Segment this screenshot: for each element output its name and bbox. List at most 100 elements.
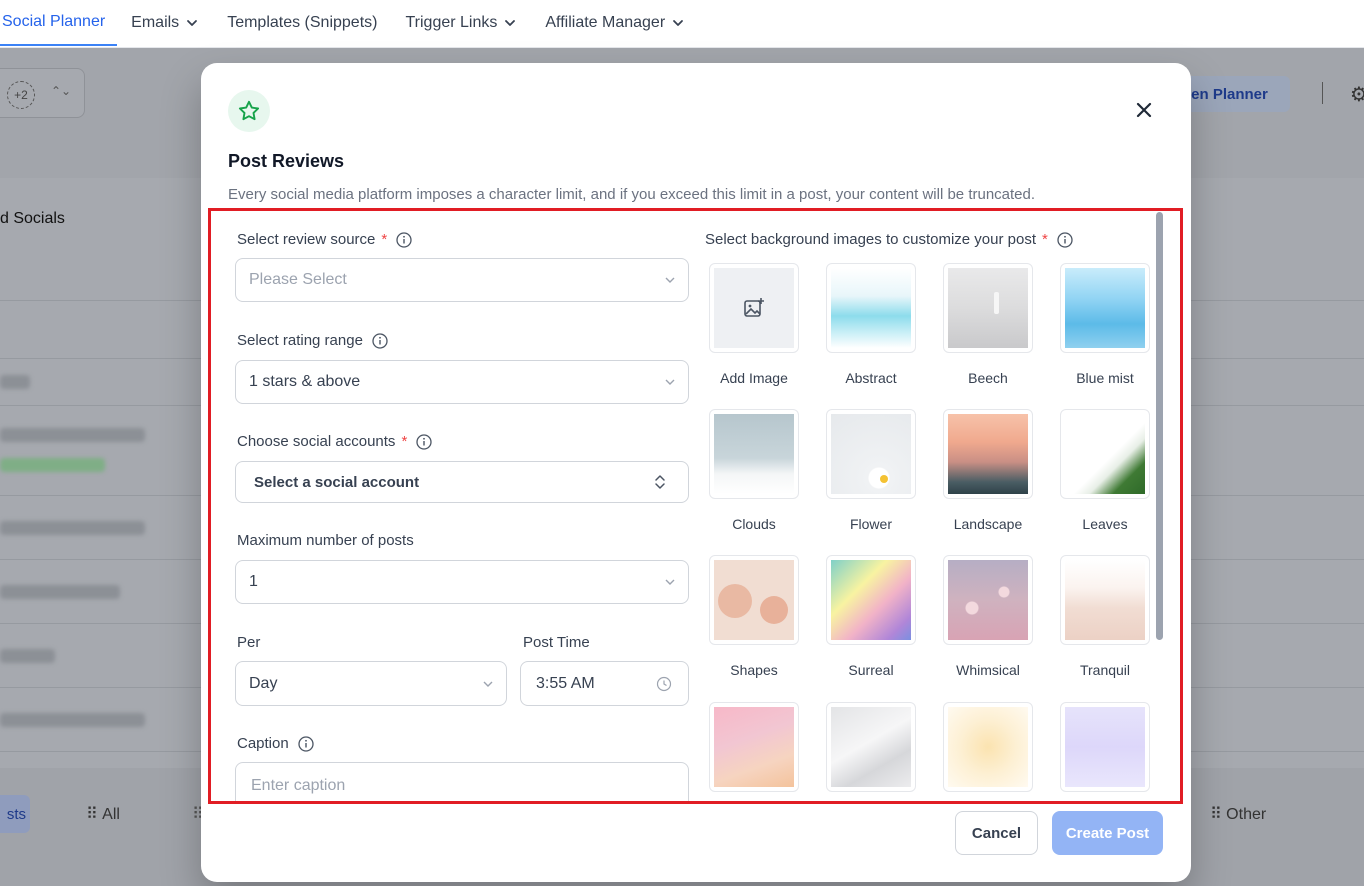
thumbnail: [826, 702, 916, 792]
image-caption: Abstract: [845, 370, 897, 386]
post-reviews-modal: Post Reviews Every social media platform…: [201, 63, 1191, 882]
pink-image: [714, 707, 794, 787]
chevron-down-icon: [673, 20, 684, 26]
max-posts-select[interactable]: 1: [235, 560, 689, 604]
tab-emails[interactable]: Emails: [117, 0, 213, 46]
circle-shape: [718, 584, 752, 618]
info-icon[interactable]: [396, 231, 412, 248]
close-button[interactable]: [1133, 99, 1155, 121]
lavender-image: [1065, 707, 1145, 787]
info-icon[interactable]: [416, 433, 432, 450]
thumbnail: [709, 702, 799, 792]
chevron-down-icon: [187, 20, 198, 26]
image-caption: Add Image: [720, 370, 788, 386]
thumbnail: [943, 263, 1033, 353]
background-option-beech[interactable]: Beech: [943, 263, 1033, 386]
background-option-silver[interactable]: [826, 702, 916, 804]
background-option-lavender[interactable]: [1060, 702, 1150, 804]
info-icon[interactable]: [298, 735, 314, 752]
background-option-whimsical[interactable]: Whimsical: [943, 555, 1033, 678]
select-value: 1 stars & above: [249, 373, 361, 390]
info-icon[interactable]: [372, 332, 388, 349]
modal-form-content: Select review source * Please Select Sele…: [209, 208, 1183, 804]
input-placeholder: Enter caption: [251, 777, 346, 794]
image-caption: Clouds: [732, 516, 776, 532]
blurred-text: [0, 458, 105, 472]
tab-label: Other: [1226, 806, 1267, 823]
add-image-icon: [744, 298, 764, 317]
max-posts-label: Maximum number of posts: [237, 532, 414, 549]
required-asterisk: *: [401, 433, 408, 450]
background-option-leaves[interactable]: Leaves: [1060, 409, 1150, 532]
review-source-label: Select review source *: [237, 231, 412, 248]
account-selector: +2 ⌃⌄: [0, 68, 85, 118]
social-account-select[interactable]: Select a social account: [235, 461, 689, 503]
whimsical-image: [948, 560, 1028, 640]
image-caption: Blue mist: [1076, 370, 1134, 386]
tab-templates[interactable]: Templates (Snippets): [213, 0, 391, 46]
background-option-surreal[interactable]: Surreal: [826, 555, 916, 678]
info-icon[interactable]: [1057, 231, 1073, 248]
thumbnail: [709, 263, 799, 353]
image-caption: Surreal: [848, 662, 894, 678]
rating-range-select[interactable]: 1 stars & above: [235, 360, 689, 404]
cancel-button[interactable]: Cancel: [955, 811, 1038, 855]
bottom-tab-all: ⠿ All: [86, 806, 120, 823]
post-time-picker[interactable]: 3:55 AM: [520, 661, 689, 706]
image-caption: Shapes: [730, 662, 778, 678]
updown-icon: ⌃⌄: [51, 84, 72, 98]
background-option-pink[interactable]: [709, 702, 799, 804]
blurred-text: [0, 713, 145, 727]
background-images-label: Select background images to customize yo…: [705, 231, 1073, 248]
tab-social-planner[interactable]: Social Planner: [0, 0, 118, 46]
image-caption: Beech: [968, 370, 1008, 386]
thumbnail: [943, 409, 1033, 499]
thumbnail: [1060, 702, 1150, 792]
background-option-clouds[interactable]: Clouds: [709, 409, 799, 532]
time-value: 3:55 AM: [536, 674, 595, 692]
tab-label: Emails: [131, 14, 180, 31]
bottom-tab-active: sts: [0, 795, 30, 833]
label-text: Per: [237, 634, 261, 651]
image-caption: Flower: [849, 516, 892, 532]
background-option-landscape[interactable]: Landscape: [943, 409, 1033, 532]
background-option-shapes[interactable]: Shapes: [709, 555, 799, 678]
background-option-flower[interactable]: Flower: [826, 409, 916, 532]
scrollbar[interactable]: [1156, 212, 1163, 640]
silver-image: [831, 707, 911, 787]
rating-range-label: Select rating range: [237, 332, 388, 349]
blurred-text: [0, 585, 120, 599]
background-option-abstract[interactable]: Abstract: [826, 263, 916, 386]
label-text: Select rating range: [237, 332, 363, 349]
review-source-select[interactable]: Please Select: [235, 258, 689, 302]
blurred-text: [0, 428, 145, 442]
thumbnail: [826, 263, 916, 353]
account-count-badge: +2: [7, 81, 35, 109]
chevron-down-icon: [665, 379, 675, 385]
tab-label: Templates (Snippets): [227, 14, 378, 31]
thumbnail: [826, 555, 916, 645]
label-text: Post Time: [523, 634, 590, 651]
add-image-tile: [714, 268, 794, 348]
per-select[interactable]: Day: [235, 661, 507, 706]
tab-trigger-links[interactable]: Trigger Links: [391, 0, 531, 46]
background-option-tranquil[interactable]: Tranquil: [1060, 555, 1150, 678]
thumbnail: [1060, 263, 1150, 353]
modal-subtitle: Every social media platform imposes a ch…: [228, 186, 1036, 203]
background-option-blue-mist[interactable]: Blue mist: [1060, 263, 1150, 386]
star-icon: [238, 100, 260, 121]
landscape-image: [948, 414, 1028, 494]
image-caption: Leaves: [1082, 516, 1128, 532]
background-option-add-image[interactable]: Add Image: [709, 263, 799, 386]
label-text: Caption: [237, 735, 289, 752]
background-option-cream[interactable]: [943, 702, 1033, 804]
label-text: Select background images to customize yo…: [705, 231, 1037, 248]
chevron-down-icon: [483, 681, 493, 687]
tab-affiliate-manager[interactable]: Affiliate Manager: [531, 0, 699, 46]
create-post-button[interactable]: Create Post: [1052, 811, 1163, 855]
modal-title: Post Reviews: [228, 151, 345, 171]
tab-label: Trigger Links: [405, 14, 498, 31]
caption-input[interactable]: Enter caption: [235, 762, 689, 804]
image-caption: Tranquil: [1079, 662, 1131, 678]
thumbnail: [943, 555, 1033, 645]
